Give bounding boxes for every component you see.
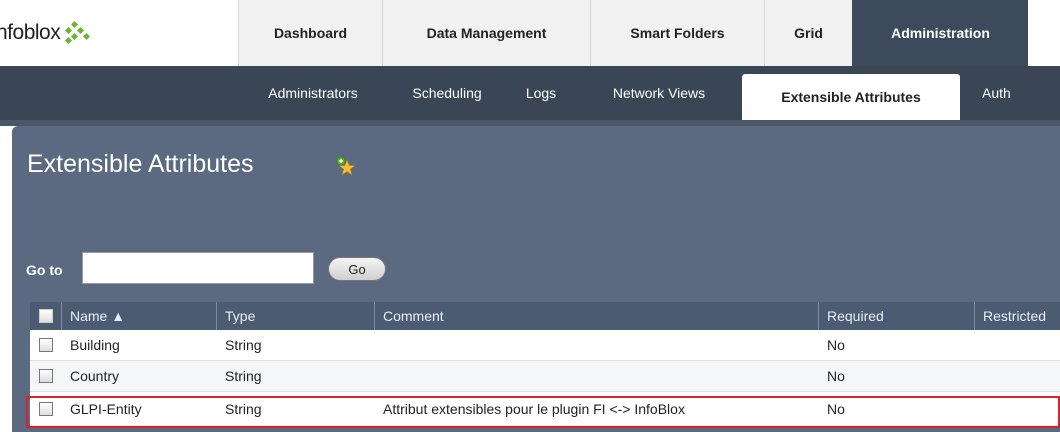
go-button[interactable]: Go: [328, 257, 386, 281]
row-checkbox[interactable]: [39, 338, 53, 352]
tab-smart-folders[interactable]: Smart Folders: [590, 0, 764, 66]
cell-required: No: [827, 368, 845, 384]
cell-required: No: [827, 337, 845, 353]
table-row[interactable]: Building String No: [30, 330, 1060, 361]
add-star-icon[interactable]: [335, 156, 355, 176]
subtab-scheduling[interactable]: Scheduling: [388, 66, 506, 120]
tab-data-management[interactable]: Data Management: [382, 0, 590, 66]
row-checkbox-cell: [30, 361, 62, 391]
cell-type: String: [225, 368, 262, 384]
content-panel: Extensible Attributes Go to Go Name ▲ Ty…: [12, 126, 1060, 432]
cell-comment: [375, 361, 819, 391]
subtab-network-views[interactable]: Network Views: [576, 66, 742, 120]
goto-label: Go to: [26, 262, 63, 278]
sub-tabs: Administrators Scheduling Logs Network V…: [238, 66, 1020, 120]
column-restricted[interactable]: Restricted: [975, 302, 1060, 330]
column-comment[interactable]: Comment: [375, 302, 819, 330]
subtab-extensible-attributes[interactable]: Extensible Attributes: [742, 74, 960, 120]
infoblox-logo[interactable]: nfoblox: [0, 0, 238, 66]
logo-mark-icon: [63, 20, 91, 45]
tab-administration[interactable]: Administration: [852, 0, 1028, 66]
column-name[interactable]: Name ▲: [62, 302, 217, 330]
select-all-checkbox-cell: [30, 302, 62, 330]
cell-comment: [375, 330, 819, 360]
column-type[interactable]: Type: [217, 302, 375, 330]
goto-input[interactable]: [82, 252, 314, 284]
main-tabs: Dashboard Data Management Smart Folders …: [238, 0, 1028, 66]
column-required[interactable]: Required: [819, 302, 975, 330]
logo-text: nfoblox: [0, 21, 61, 44]
table-header: Name ▲ Type Comment Required Restricted: [30, 302, 1060, 330]
subtab-auth[interactable]: Auth: [960, 66, 1020, 120]
page-title: Extensible Attributes: [27, 150, 254, 178]
cell-restricted: [975, 330, 1060, 360]
sub-navigation: Administrators Scheduling Logs Network V…: [0, 66, 1060, 126]
row-checkbox-cell: [30, 330, 62, 360]
tab-grid[interactable]: Grid: [764, 0, 852, 66]
tab-dashboard[interactable]: Dashboard: [238, 0, 382, 66]
top-navigation: nfoblox Dashboard Data Management Smart …: [0, 0, 1060, 66]
cell-restricted: [975, 361, 1060, 391]
subtab-administrators[interactable]: Administrators: [238, 66, 388, 120]
cell-type: String: [225, 337, 262, 353]
table-row[interactable]: Country String No: [30, 361, 1060, 392]
cell-name: Country: [70, 368, 120, 384]
subtab-logs[interactable]: Logs: [506, 66, 576, 120]
row-checkbox[interactable]: [39, 369, 53, 383]
select-all-checkbox[interactable]: [38, 309, 53, 323]
highlight-annotation: [26, 396, 1060, 428]
cell-name: Building: [70, 337, 120, 353]
